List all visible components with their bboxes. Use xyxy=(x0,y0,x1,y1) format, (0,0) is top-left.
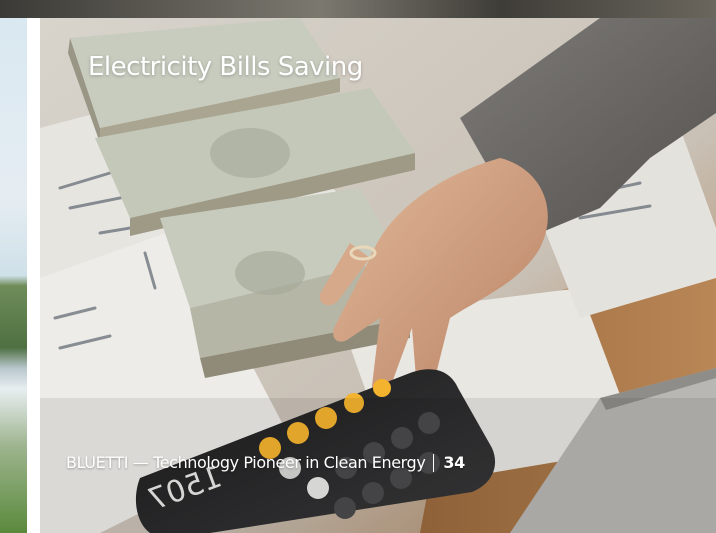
house-photo-edge xyxy=(0,18,27,533)
top-image-strip xyxy=(0,0,716,18)
slide-footer: BLUETTI — Technology Pioneer in Clean En… xyxy=(66,453,465,472)
page-number: 34 xyxy=(443,453,465,472)
footer-separator xyxy=(433,453,435,472)
slide-title: Electricity Bills Saving xyxy=(88,52,363,82)
panel-divider xyxy=(27,18,40,533)
footer-text: BLUETTI — Technology Pioneer in Clean En… xyxy=(66,453,426,472)
